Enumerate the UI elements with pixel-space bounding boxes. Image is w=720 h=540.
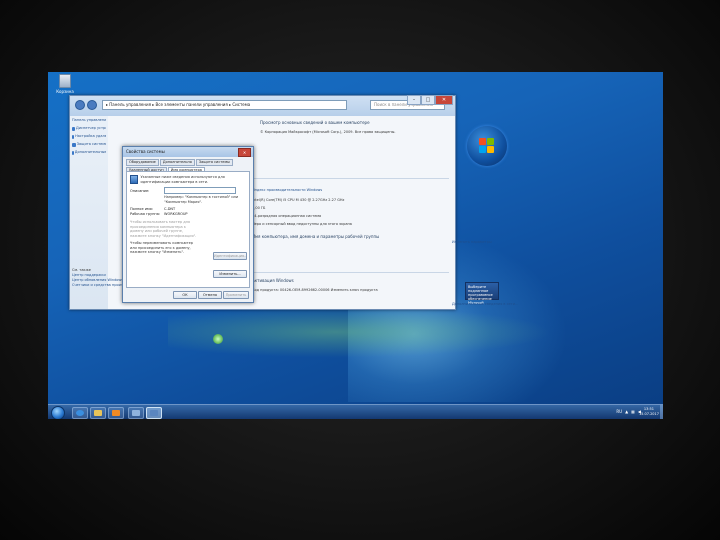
tab-advanced[interactable]: Дополнительно bbox=[159, 159, 195, 166]
network-id-button[interactable]: Идентификация... bbox=[213, 252, 247, 260]
description-input[interactable] bbox=[164, 187, 236, 194]
ram-line: 1,00 ГБ bbox=[252, 206, 266, 210]
taskbar-control-panel[interactable] bbox=[128, 407, 144, 419]
workgroup-value: WORKGROUP bbox=[164, 212, 188, 216]
recycle-bin-label: Корзина bbox=[56, 89, 74, 94]
taskbar-media-player[interactable] bbox=[108, 407, 124, 419]
system-info-main: Просмотр основных сведений о вашем компь… bbox=[220, 116, 518, 309]
genuine-badge: Выберите подлинное программное обеспечен… bbox=[465, 282, 499, 305]
desktop-streak bbox=[168, 302, 588, 362]
tray-arrow-icon[interactable]: ▲ bbox=[625, 409, 628, 414]
section-divider bbox=[220, 272, 449, 273]
page-title: Просмотр основных сведений о вашем компь… bbox=[260, 120, 370, 125]
address-bar[interactable]: ▸ Панель управления ▸ Все элементы панел… bbox=[102, 100, 347, 110]
recycle-bin-icon bbox=[59, 74, 71, 88]
window-controls: – □ ✕ bbox=[407, 95, 453, 105]
dialog-title-text: Свойства системы bbox=[126, 149, 165, 154]
control-panel-icon bbox=[132, 410, 140, 416]
pen-line: Перо и сенсорный ввод недоступны для это… bbox=[252, 222, 352, 226]
cancel-button[interactable]: Отмена bbox=[198, 291, 222, 299]
maximize-button[interactable]: □ bbox=[421, 95, 435, 105]
section-divider bbox=[220, 178, 449, 179]
clock[interactable]: 13:51 15.07.2017 bbox=[639, 407, 659, 416]
minimize-button[interactable]: – bbox=[407, 95, 421, 105]
fullname-label: Полное имя: bbox=[130, 207, 153, 211]
network-icon[interactable]: ▦ bbox=[631, 409, 635, 414]
taskbar-ie[interactable] bbox=[72, 407, 88, 419]
show-desktop-button[interactable] bbox=[660, 405, 663, 419]
desktop-screenshot: Корзина ▸ Панель управления ▸ Все элемен… bbox=[48, 72, 663, 419]
change-settings-link[interactable]: Изменить параметры bbox=[452, 240, 492, 244]
dialog-title: Свойства системы ✕ bbox=[123, 147, 253, 157]
workgroup-label: Рабочая группа: bbox=[130, 212, 161, 216]
start-button[interactable] bbox=[51, 406, 65, 419]
system-icon bbox=[150, 410, 158, 416]
system-type-line: 64-разрядная операционная система bbox=[252, 214, 322, 218]
nav-buttons bbox=[75, 100, 97, 110]
clock-date: 15.07.2017 bbox=[638, 411, 659, 416]
ok-button[interactable]: ОК bbox=[173, 291, 197, 299]
recycle-bin[interactable]: Корзина bbox=[53, 74, 77, 94]
domain-section-title: Имя компьютера, имя домена и параметры р… bbox=[252, 234, 380, 239]
flag-blue bbox=[479, 146, 486, 153]
taskbar-system-properties[interactable] bbox=[146, 407, 162, 419]
dialog-close-button[interactable]: ✕ bbox=[238, 148, 251, 157]
windows-logo bbox=[467, 126, 507, 166]
shield-icon bbox=[72, 134, 75, 139]
network-id-text: Чтобы использовать мастер для присоедине… bbox=[130, 220, 197, 238]
taskbar-explorer[interactable] bbox=[90, 407, 106, 419]
control-panel-toolbar: ▸ Панель управления ▸ Все элементы панел… bbox=[70, 95, 455, 116]
system-tray: RU ▲ ▦ ◀ bbox=[616, 409, 641, 414]
copyright-line: © Корпорация Майкрософт (Microsoft Corp.… bbox=[260, 130, 396, 134]
taskbar: RU ▲ ▦ ◀ 13:51 15.07.2017 bbox=[48, 404, 663, 419]
flag-yellow bbox=[487, 146, 494, 153]
processor-line: Intel(R) Core(TM) i5 CPU M 430 @ 2.27GHz… bbox=[252, 198, 345, 202]
close-button[interactable]: ✕ bbox=[435, 95, 453, 105]
forward-button[interactable] bbox=[87, 100, 97, 110]
back-button[interactable] bbox=[75, 100, 85, 110]
sidebar-item-protection[interactable]: Защита системы bbox=[77, 142, 106, 147]
sidebar-item-home[interactable]: Панель управления — домашняя страница bbox=[72, 118, 106, 123]
computer-name-panel: Указанные ниже сведения используются для… bbox=[126, 171, 250, 288]
intro-text: Указанные ниже сведения используются для… bbox=[140, 175, 225, 184]
shield-icon bbox=[72, 150, 74, 155]
activation-title: Активация Windows bbox=[252, 278, 294, 283]
tab-hardware[interactable]: Оборудование bbox=[126, 159, 159, 166]
performance-index-link[interactable]: Индекс производительности Windows bbox=[252, 188, 322, 192]
apply-button[interactable]: Применить bbox=[223, 291, 249, 299]
flag-green bbox=[487, 138, 494, 145]
shield-icon bbox=[72, 126, 76, 131]
sidebar-item-remote[interactable]: Настройка удаленного доступа bbox=[75, 134, 106, 139]
flag-red bbox=[479, 138, 486, 145]
sidebar-item-advanced[interactable]: Дополнительные параметры системы bbox=[75, 150, 106, 155]
tab-system-protection[interactable]: Защита системы bbox=[195, 159, 233, 166]
language-indicator[interactable]: RU bbox=[616, 409, 622, 414]
sidebar-item-device-manager[interactable]: Диспетчер устройств bbox=[76, 126, 106, 131]
ie-icon bbox=[76, 410, 84, 416]
rename-text: Чтобы переименовать компьютер или присое… bbox=[130, 241, 193, 254]
computer-icon bbox=[130, 175, 138, 184]
system-properties-dialog[interactable]: Свойства системы ✕ Оборудование Дополнит… bbox=[122, 146, 254, 303]
genuine-more-link[interactable]: Дополнительные сведения в сети... bbox=[452, 302, 518, 306]
media-player-icon bbox=[112, 410, 120, 416]
wallpaper-orb bbox=[213, 334, 223, 344]
folder-icon bbox=[94, 410, 102, 416]
control-panel-window[interactable]: ▸ Панель управления ▸ Все элементы панел… bbox=[69, 95, 518, 310]
fullname-value: C-DNT bbox=[164, 207, 176, 211]
description-example: Например: "Компьютер в гостиной" или "Ко… bbox=[164, 195, 239, 204]
product-key-line: Код продукта: 00426-OEM-8992662-00006 Из… bbox=[252, 288, 378, 292]
description-label: Описание: bbox=[130, 188, 150, 193]
shield-icon bbox=[72, 142, 76, 147]
change-button[interactable]: Изменить... bbox=[213, 270, 247, 278]
